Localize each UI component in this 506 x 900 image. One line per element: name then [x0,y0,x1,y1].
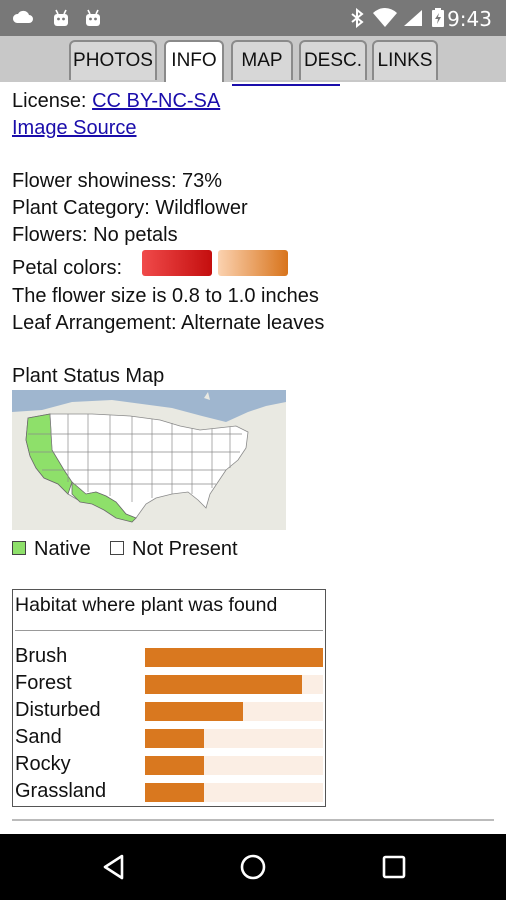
habitat-label: Rocky [15,753,71,775]
habitat-label: Disturbed [15,699,101,721]
clock: 9:43 [447,7,492,31]
tab-photos[interactable]: PHOTOS [69,40,157,80]
habitat-bar [145,675,302,694]
leaf-arrangement: Leaf Arrangement: Alternate leaves [12,312,325,334]
status-bar: 9:43 [0,0,506,36]
license-row: License: CC BY-NC-SA [12,90,220,113]
habitat-label: Brush [15,645,68,667]
bluetooth-icon [351,8,364,28]
back-icon[interactable] [100,853,128,881]
android-icon [86,9,100,26]
habitat-label: Sand [15,726,62,748]
tab-map[interactable]: MAP [231,40,293,80]
battery-icon [432,8,444,27]
android-icon [54,9,68,26]
recents-icon[interactable] [380,853,408,881]
habitat-bar-track [145,648,323,667]
habitat-bar-track [145,702,323,721]
section-divider [12,819,494,821]
habitat-row: Brush [13,644,325,671]
habitat-bar-track [145,756,323,775]
habitat-divider [15,630,323,631]
petal-colors-label: Petal colors: [12,257,123,279]
habitat-bar-track [145,729,323,748]
plant-category: Plant Category: Wildflower [12,197,248,219]
flower-size: The flower size is 0.8 to 1.0 inches [12,285,319,307]
habitat-row: Disturbed [13,698,325,725]
license-label: License: [12,90,93,112]
habitat-label: Forest [15,672,72,694]
legend-not-present-swatch [110,541,124,555]
petal-color-swatch-orange [218,250,288,276]
habitat-bar [145,648,323,667]
signal-icon [404,10,422,26]
tab-links[interactable]: LINKS [372,40,438,80]
petal-color-swatch-red [142,250,212,276]
habitat-title: Habitat where plant was found [15,594,278,616]
image-source-link[interactable]: Image Source [12,117,137,140]
info-content[interactable]: License: CC BY-NC-SA Image Source Flower… [0,82,506,834]
legend-not-present-label: Not Present [132,538,238,560]
tab-info[interactable]: INFO [164,40,224,86]
wifi-icon [373,8,397,27]
habitat-row: Rocky [13,752,325,779]
habitat-bar [145,702,243,721]
home-icon[interactable] [239,853,267,881]
habitat-bar-track [145,675,323,694]
navigation-bar [0,834,506,900]
habitat-row: Grassland [13,779,325,806]
habitat-bar [145,756,204,775]
flower-showiness: Flower showiness: 73% [12,170,223,192]
status-map-title: Plant Status Map [12,365,165,387]
clipped-link-underline [232,82,340,86]
tab-bar: PHOTOS INFO MAP DESC. LINKS [0,36,506,86]
habitat-label: Grassland [15,780,107,802]
legend-native-swatch [12,541,26,555]
habitat-bar [145,729,204,748]
habitat-row: Forest [13,671,325,698]
legend-native-label: Native [34,538,91,560]
license-link[interactable]: CC BY-NC-SA [92,90,220,112]
flowers-petals: Flowers: No petals [12,224,178,246]
tab-desc[interactable]: DESC. [299,40,367,80]
habitat-row: Sand [13,725,325,752]
plant-status-map[interactable] [12,390,286,530]
habitat-chart: Habitat where plant was found Brush Fore… [12,589,326,807]
habitat-bar-track [145,783,323,802]
cloud-icon [12,10,33,23]
habitat-bar [145,783,204,802]
